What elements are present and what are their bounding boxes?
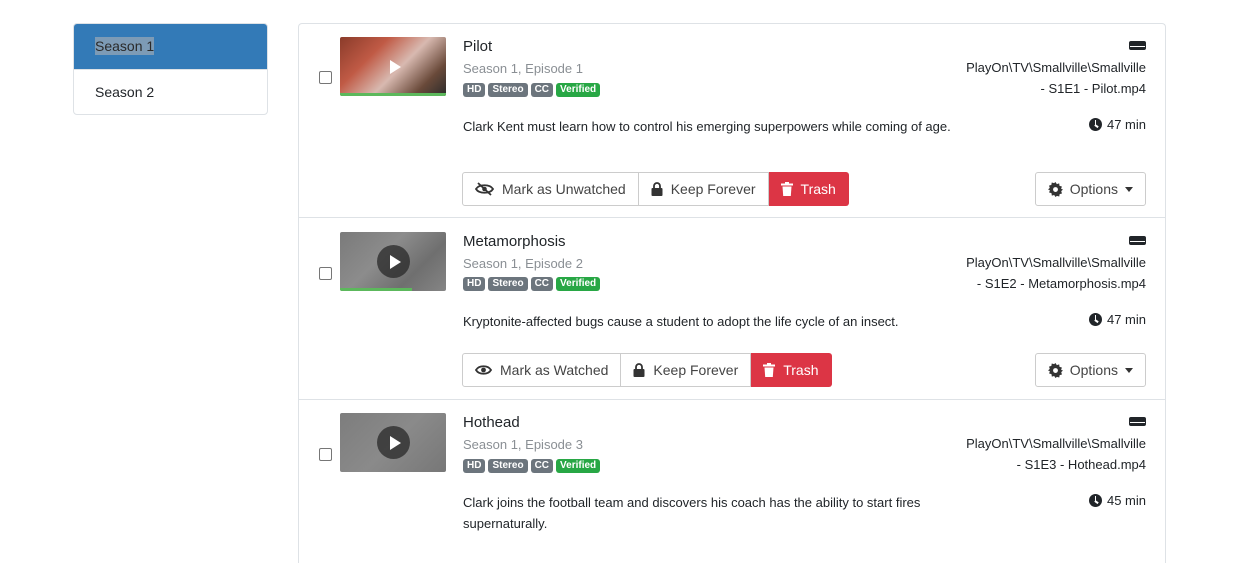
episode-title: Pilot <box>463 38 493 55</box>
episode-actions: Mark as Unwatched Keep Forever Trash <box>462 172 849 206</box>
episode-thumbnail[interactable] <box>340 413 446 472</box>
trash-button[interactable]: Trash <box>768 172 849 206</box>
season-list: Season 1 Season 2 <box>73 23 268 115</box>
cc-badge: CC <box>530 83 554 97</box>
clock-icon <box>1088 313 1102 326</box>
file-path-line: PlayOn\TV\Smallville\Smallville <box>966 436 1146 451</box>
gear-icon <box>1047 362 1063 378</box>
duration-text: 47 min <box>1106 312 1146 327</box>
duration: 45 min <box>1088 493 1146 508</box>
episode-description: Clark Kent must learn how to control his… <box>463 119 951 134</box>
episode-description: Clark joins the football team and discov… <box>463 495 921 531</box>
button-label: Trash <box>783 362 819 378</box>
options-button[interactable]: Options <box>1034 353 1146 387</box>
lock-icon <box>651 182 663 196</box>
trash-icon <box>780 182 793 196</box>
episode-actions: Mark as Watched Keep Forever Trash <box>462 353 832 387</box>
episode-row: Pilot Season 1, Episode 1 HD Stereo CC V… <box>299 24 1165 218</box>
file-path-line: PlayOn\TV\Smallville\Smallville <box>966 255 1146 270</box>
duration-text: 47 min <box>1106 117 1146 132</box>
eye-icon <box>475 364 492 376</box>
episode-title: Hothead <box>463 414 520 431</box>
verified-badge: Verified <box>556 83 601 97</box>
trash-icon <box>763 363 776 377</box>
lock-icon <box>633 363 645 377</box>
episode-list: Pilot Season 1, Episode 1 HD Stereo CC V… <box>298 23 1166 563</box>
button-label: Keep Forever <box>670 181 756 197</box>
button-label: Mark as Unwatched <box>502 181 626 197</box>
keep-forever-button[interactable]: Keep Forever <box>621 353 752 387</box>
file-path-line: - S1E2 - Metamorphosis.mp4 <box>976 276 1146 291</box>
episode-thumbnail[interactable] <box>340 232 446 291</box>
keep-forever-button[interactable]: Keep Forever <box>638 172 769 206</box>
file-path: PlayOn\TV\Smallville\Smallville - S1E1 -… <box>966 57 1146 99</box>
caret-down-icon <box>1125 367 1133 373</box>
mark-watched-button[interactable]: Mark as Watched <box>462 353 622 387</box>
file-path: PlayOn\TV\Smallville\Smallville - S1E2 -… <box>966 252 1146 294</box>
season-item-2[interactable]: Season 2 <box>74 69 267 114</box>
duration-text: 45 min <box>1106 493 1146 508</box>
episode-subtitle: Season 1, Episode 2 <box>463 256 583 271</box>
badge-group: HD Stereo CC Verified <box>463 277 601 291</box>
episode-description: Kryptonite-affected bugs cause a student… <box>463 314 899 329</box>
episode-row: Hothead Season 1, Episode 3 HD Stereo CC… <box>299 400 1165 560</box>
season-label: Season 2 <box>95 84 155 100</box>
eye-slash-icon <box>475 182 494 196</box>
button-label: Mark as Watched <box>500 362 609 378</box>
play-icon[interactable] <box>377 245 410 278</box>
episode-row: Metamorphosis Season 1, Episode 2 HD Ste… <box>299 218 1165 400</box>
episode-subtitle: Season 1, Episode 3 <box>463 437 583 452</box>
episode-thumbnail[interactable] <box>340 37 446 96</box>
trash-button[interactable]: Trash <box>751 353 832 387</box>
duration: 47 min <box>1088 117 1146 132</box>
badge-group: HD Stereo CC Verified <box>463 459 601 473</box>
play-icon[interactable] <box>377 50 410 83</box>
options-button[interactable]: Options <box>1034 172 1146 206</box>
caret-down-icon <box>1125 186 1133 192</box>
duration: 47 min <box>1088 312 1146 327</box>
episode-subtitle: Season 1, Episode 1 <box>463 61 583 76</box>
clock-icon <box>1088 118 1102 131</box>
season-item-1[interactable]: Season 1 <box>74 24 267 69</box>
hd-badge: HD <box>463 459 486 473</box>
button-label: Trash <box>800 181 836 197</box>
stereo-badge: Stereo <box>488 277 528 291</box>
button-label: Options <box>1069 362 1118 378</box>
watch-progress-bar <box>340 93 446 96</box>
hd-badge: HD <box>463 277 486 291</box>
button-label: Options <box>1069 181 1118 197</box>
hard-drive-icon <box>1129 41 1146 50</box>
hard-drive-icon <box>1129 236 1146 245</box>
hd-badge: HD <box>463 83 486 97</box>
file-path-line: - S1E1 - Pilot.mp4 <box>1040 81 1147 96</box>
badge-group: HD Stereo CC Verified <box>463 83 601 97</box>
episode-checkbox[interactable] <box>319 448 332 461</box>
verified-badge: Verified <box>556 277 601 291</box>
watch-progress-bar <box>340 288 413 291</box>
cc-badge: CC <box>530 459 554 473</box>
episode-checkbox[interactable] <box>319 71 332 84</box>
file-path: PlayOn\TV\Smallville\Smallville - S1E3 -… <box>966 433 1146 475</box>
season-label: Season 1 <box>95 37 155 55</box>
episode-title: Metamorphosis <box>463 233 566 250</box>
file-path-line: - S1E3 - Hothead.mp4 <box>1016 457 1146 472</box>
gear-icon <box>1047 181 1063 197</box>
file-path-line: PlayOn\TV\Smallville\Smallville <box>966 60 1146 75</box>
cc-badge: CC <box>530 277 554 291</box>
stereo-badge: Stereo <box>488 83 528 97</box>
play-icon[interactable] <box>377 426 410 459</box>
verified-badge: Verified <box>556 459 601 473</box>
button-label: Keep Forever <box>653 362 739 378</box>
episode-checkbox[interactable] <box>319 267 332 280</box>
stereo-badge: Stereo <box>488 459 528 473</box>
clock-icon <box>1088 494 1102 507</box>
hard-drive-icon <box>1129 417 1146 426</box>
mark-unwatched-button[interactable]: Mark as Unwatched <box>462 172 639 206</box>
